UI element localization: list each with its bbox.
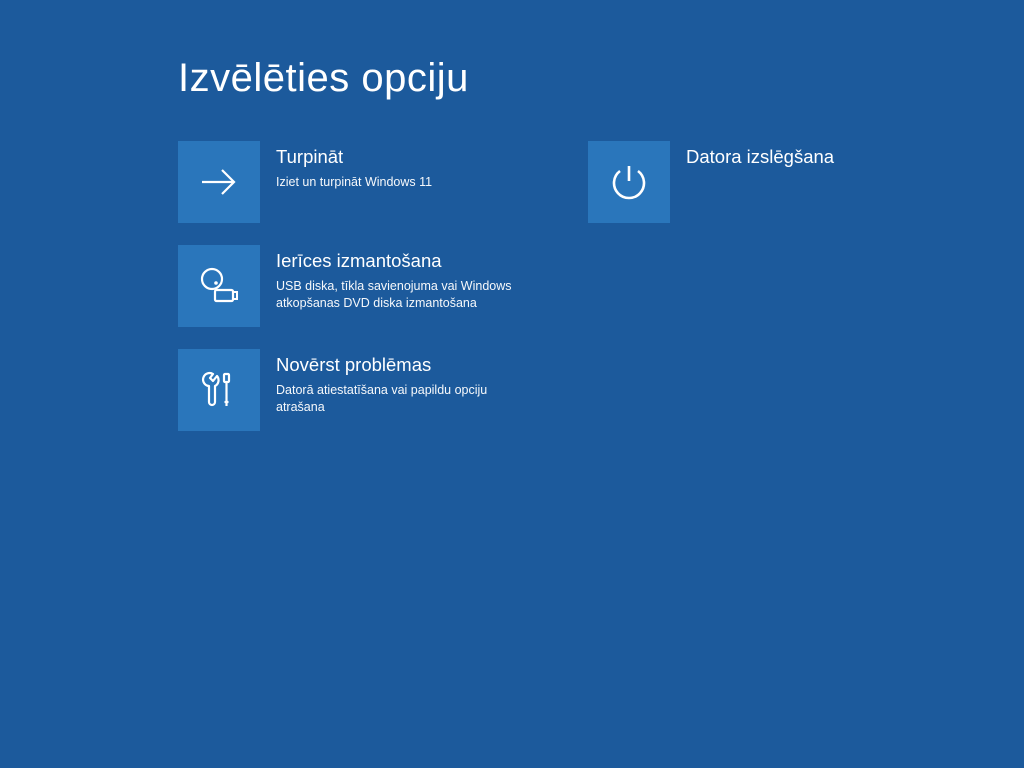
shutdown-option[interactable]: Datora izslēgšana [588,141,988,223]
continue-title: Turpināt [276,146,432,168]
use-device-title: Ierīces izmantošana [276,250,521,272]
use-device-desc: USB diska, tīkla savienojuma vai Windows… [276,278,521,312]
page-title: Izvēlēties opciju [178,56,1024,101]
shutdown-title: Datora izslēgšana [686,146,834,168]
arrow-right-icon [178,141,260,223]
troubleshoot-title: Novērst problēmas [276,354,521,376]
continue-desc: Iziet un turpināt Windows 11 [276,174,432,191]
tools-icon [178,349,260,431]
use-device-option[interactable]: Ierīces izmantošana USB diska, tīkla sav… [178,245,578,327]
device-icon [178,245,260,327]
continue-option[interactable]: Turpināt Iziet un turpināt Windows 11 [178,141,578,223]
options-grid: Turpināt Iziet un turpināt Windows 11 Da… [178,141,1024,431]
troubleshoot-option[interactable]: Novērst problēmas Datorā atiestatīšana v… [178,349,578,431]
troubleshoot-desc: Datorā atiestatīšana vai papildu opciju … [276,382,521,416]
power-icon [588,141,670,223]
